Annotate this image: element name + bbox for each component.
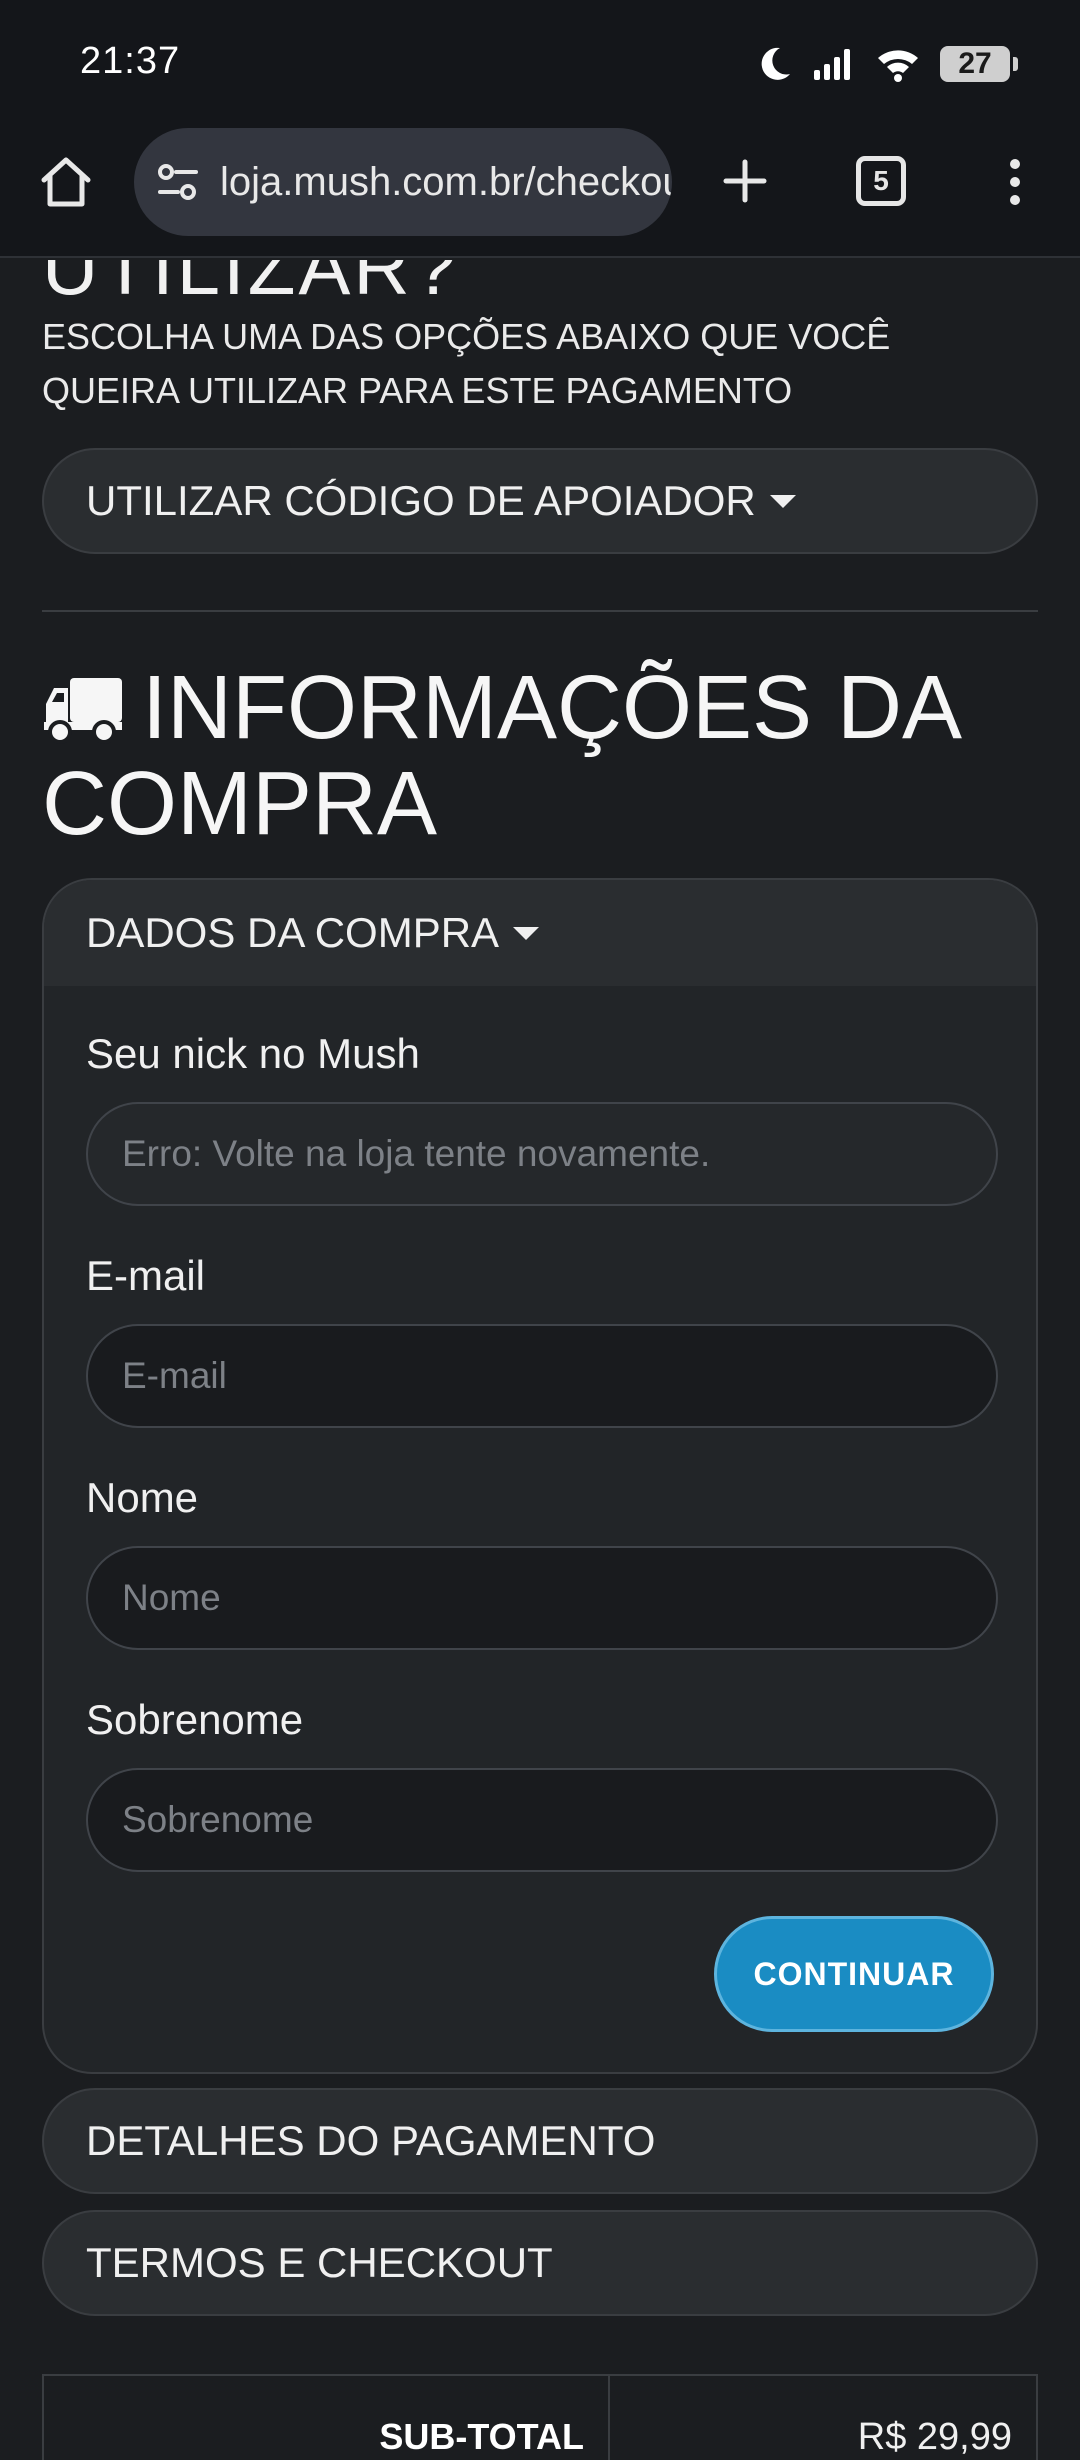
page-content: UTILIZAR? ESCOLHA UMA DAS OPÇÕES ABAIXO … — [0, 260, 1080, 2460]
voucher-heading: UTILIZAR? — [42, 260, 460, 311]
last-name-input[interactable] — [86, 1768, 998, 1872]
new-tab-icon[interactable] — [720, 156, 770, 206]
subtotal-label: SUB-TOTAL — [44, 2376, 610, 2460]
terms-checkout-toggle[interactable]: TERMOS E CHECKOUT — [42, 2210, 1038, 2316]
home-icon[interactable] — [36, 152, 96, 212]
site-settings-icon[interactable] — [154, 158, 202, 206]
purchase-info-title-text: INFORMAÇÕES DA COMPRA — [42, 658, 958, 854]
subtotal-value: R$ 29,99 — [857, 2416, 1012, 2458]
nick-input[interactable] — [86, 1102, 998, 1206]
truck-icon — [44, 678, 122, 744]
purchase-data-card: DADOS DA COMPRA Seu nick no Mush E-mail … — [42, 878, 1038, 2074]
battery-level: 27 — [958, 47, 992, 80]
nick-label: Seu nick no Mush — [86, 1030, 420, 1077]
supporter-code-label: UTILIZAR CÓDIGO DE APOIADOR — [86, 477, 756, 524]
email-input[interactable] — [86, 1324, 998, 1428]
first-name-label: Nome — [86, 1474, 199, 1521]
signal-icon — [814, 49, 850, 80]
payment-details-label: DETALHES DO PAGAMENTO — [86, 2117, 656, 2164]
section-divider — [42, 610, 1038, 612]
purchase-data-header-label: DADOS DA COMPRA — [86, 909, 500, 956]
browser-toolbar: loja.mush.com.br/checkout 5 — [0, 128, 1080, 258]
continue-button[interactable]: CONTINUAR — [714, 1916, 994, 2032]
terms-checkout-label: TERMOS E CHECKOUT — [86, 2239, 553, 2286]
voucher-instructions: ESCOLHA UMA DAS OPÇÕES ABAIXO QUE VOCÊ Q… — [42, 316, 891, 411]
tab-switcher-button[interactable]: 5 — [856, 156, 906, 206]
more-menu-icon[interactable] — [1000, 156, 1030, 208]
email-label: E-mail — [86, 1252, 206, 1299]
caret-down-icon — [769, 494, 796, 508]
last-name-label: Sobrenome — [86, 1696, 304, 1743]
status-bar: 21:37 27 — [0, 0, 1080, 128]
caret-down-icon — [513, 926, 540, 940]
status-time: 21:37 — [80, 40, 181, 82]
payment-details-toggle[interactable]: DETALHES DO PAGAMENTO — [42, 2088, 1038, 2194]
purchase-info-title: INFORMAÇÕES DA COMPRA — [42, 660, 1042, 852]
purchase-data-header[interactable]: DADOS DA COMPRA — [44, 880, 1036, 986]
order-summary-table: SUB-TOTAL R$ 29,99 — [42, 2374, 1038, 2460]
do-not-disturb-moon-icon — [761, 47, 790, 80]
first-name-input[interactable] — [86, 1546, 998, 1650]
wifi-icon — [878, 50, 918, 82]
battery-icon: 27 — [940, 46, 1018, 82]
address-bar[interactable]: loja.mush.com.br/checkout — [134, 128, 672, 236]
url-text: loja.mush.com.br/checkout — [220, 159, 672, 204]
supporter-code-toggle[interactable]: UTILIZAR CÓDIGO DE APOIADOR — [42, 448, 1038, 554]
tab-count: 5 — [873, 165, 889, 196]
status-icons: 27 — [754, 40, 1018, 88]
